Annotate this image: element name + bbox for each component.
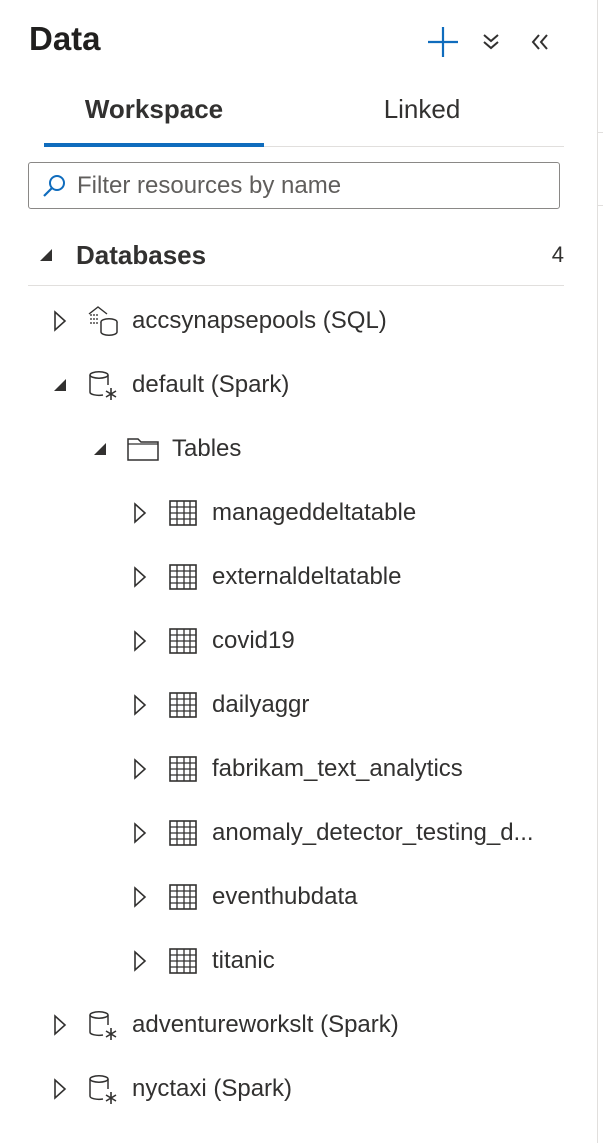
chevron-right-icon[interactable] <box>128 693 152 717</box>
expand-all-button[interactable] <box>471 22 511 62</box>
tree-item-table[interactable]: anomaly_detector_testing_d... <box>128 809 552 857</box>
chevron-right-icon[interactable] <box>128 501 152 525</box>
table-icon <box>166 496 200 530</box>
chevron-right-icon[interactable] <box>128 757 152 781</box>
tree-item-label: nyctaxi (Spark) <box>132 1075 293 1102</box>
double-chevron-down-icon <box>483 34 499 50</box>
section-databases-header[interactable]: Databases 4 <box>28 230 564 282</box>
tree-item-table[interactable]: manageddeltatable <box>128 489 416 537</box>
table-icon <box>166 816 200 850</box>
panel-edge-tick <box>598 132 603 133</box>
tree-item-label: titanic <box>212 947 275 974</box>
caret-expanded-icon <box>40 249 52 261</box>
chevron-right-icon[interactable] <box>128 629 152 653</box>
caret-expanded-icon[interactable] <box>88 437 112 461</box>
tree-item-label: default (Spark) <box>132 371 290 398</box>
section-divider <box>28 285 564 286</box>
chevron-right-icon[interactable] <box>48 1013 72 1037</box>
tree-item-label: Tables <box>172 435 242 462</box>
table-icon <box>166 560 200 594</box>
tree-item-label: externaldeltatable <box>212 563 402 590</box>
chevron-right-icon[interactable] <box>48 1077 72 1101</box>
tree-item-table[interactable]: dailyaggr <box>128 681 309 729</box>
folder-icon <box>126 432 160 466</box>
active-tab-indicator <box>44 143 264 147</box>
collapse-panel-button[interactable] <box>520 22 560 62</box>
tree-item-label: fabrikam_text_analytics <box>212 755 463 782</box>
tree-item-nyctaxi[interactable]: nyctaxi (Spark) <box>48 1065 292 1113</box>
chevron-right-icon[interactable] <box>128 565 152 589</box>
tree-item-table[interactable]: fabrikam_text_analytics <box>128 745 463 793</box>
tree-item-table[interactable]: externaldeltatable <box>128 553 401 601</box>
table-icon <box>166 880 200 914</box>
search-icon <box>43 174 65 197</box>
add-resource-button[interactable] <box>423 22 463 62</box>
tree-item-label: dailyaggr <box>212 691 310 718</box>
section-count-badge: 4 <box>551 242 564 267</box>
chevron-right-icon[interactable] <box>128 885 152 909</box>
tree-item-label: anomaly_detector_testing_d... <box>212 819 534 846</box>
tree-item-label: manageddeltatable <box>212 499 417 526</box>
table-icon <box>166 752 200 786</box>
double-chevron-left-icon <box>531 34 548 50</box>
tree-item-adventureworkslt[interactable]: adventureworkslt (Spark) <box>48 1001 399 1049</box>
section-label: Databases <box>76 240 207 270</box>
tree-item-table[interactable]: titanic <box>128 937 275 985</box>
search-box[interactable] <box>28 162 560 209</box>
caret-expanded-icon[interactable] <box>48 373 72 397</box>
tree-item-table[interactable]: covid19 <box>128 617 295 665</box>
table-icon <box>166 944 200 978</box>
panel-edge-tick <box>598 205 603 206</box>
spark-database-icon <box>86 1072 120 1106</box>
tree-item-tables-folder[interactable]: Tables <box>88 425 241 473</box>
tree-item-accsynapsepools[interactable]: accsynapsepools (SQL) <box>48 297 387 345</box>
chevron-right-icon[interactable] <box>128 949 152 973</box>
tree-item-label: covid19 <box>212 627 295 654</box>
tree-item-label: adventureworkslt (Spark) <box>132 1011 399 1038</box>
panel-title: Data <box>29 20 101 57</box>
plus-icon <box>428 27 458 57</box>
chevron-right-icon[interactable] <box>128 821 152 845</box>
table-icon <box>166 624 200 658</box>
tab-linked[interactable]: Linked <box>312 94 532 144</box>
tree-item-default[interactable]: default (Spark) <box>48 361 289 409</box>
tree-item-table[interactable]: eventhubdata <box>128 873 357 921</box>
panel-edge-divider <box>597 0 598 1143</box>
search-input[interactable] <box>77 171 537 200</box>
tab-workspace[interactable]: Workspace <box>44 94 264 144</box>
table-icon <box>166 688 200 722</box>
tree-item-label: eventhubdata <box>212 883 358 910</box>
spark-database-icon <box>86 1008 120 1042</box>
chevron-right-icon[interactable] <box>48 309 72 333</box>
sql-pool-icon <box>86 304 120 338</box>
spark-database-icon <box>86 368 120 402</box>
tree-item-label: accsynapsepools (SQL) <box>132 307 387 334</box>
